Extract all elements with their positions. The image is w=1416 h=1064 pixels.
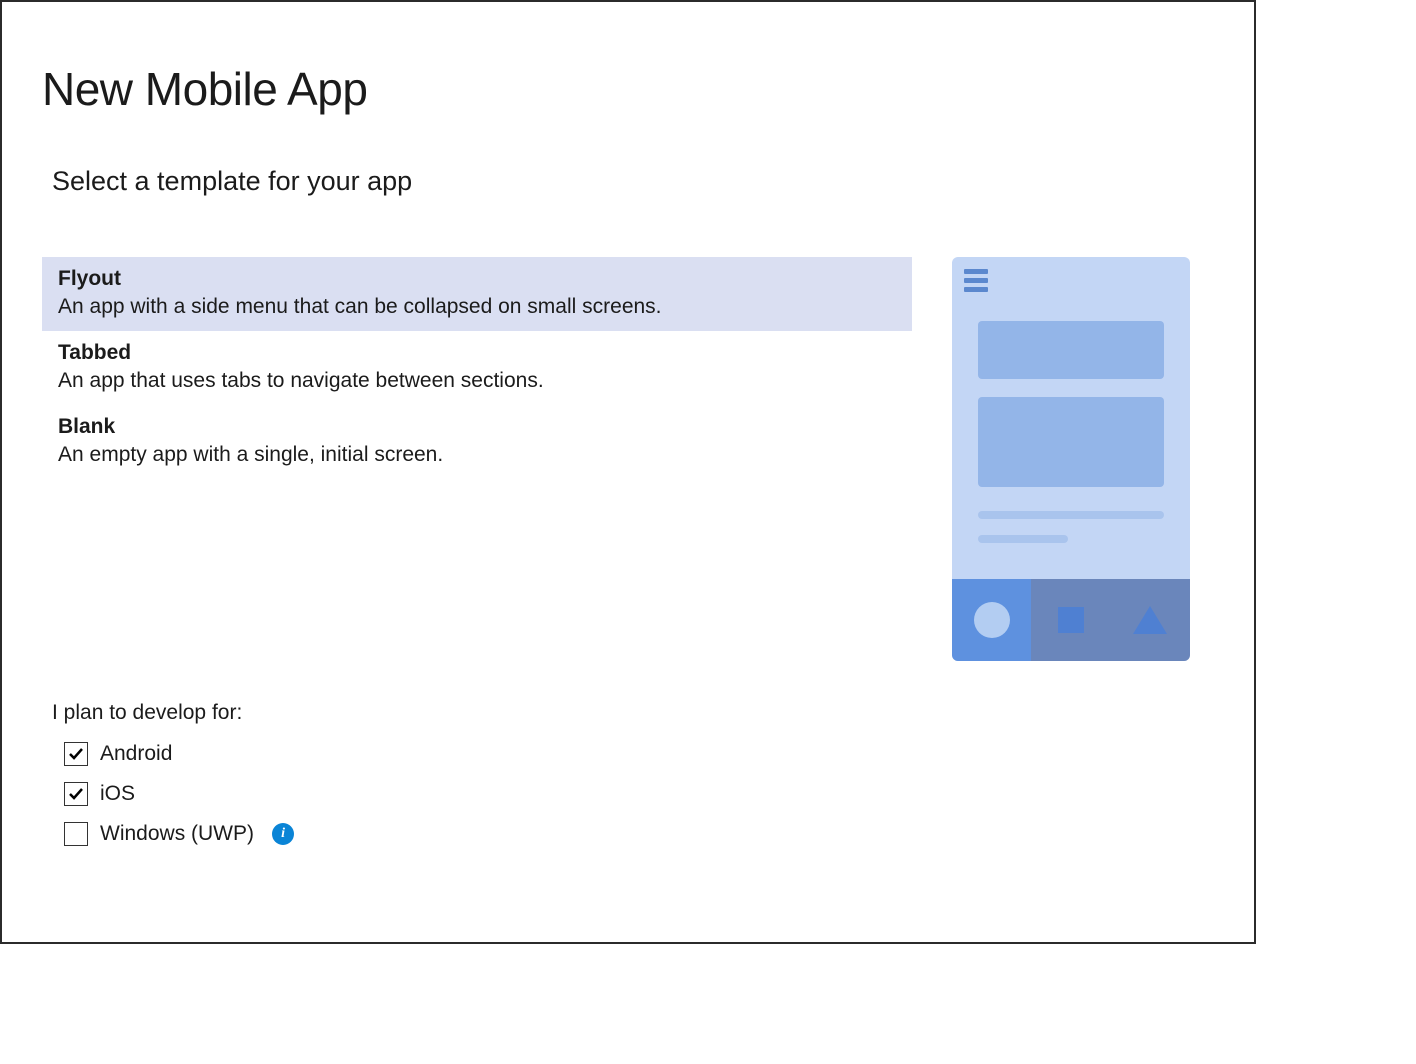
- checkbox-unchecked-icon: [64, 822, 88, 846]
- platform-option-windows-uwp[interactable]: Windows (UWP) i: [64, 817, 1214, 851]
- platforms-section: I plan to develop for: Android iOS Windo…: [52, 701, 1214, 851]
- template-description: An empty app with a single, initial scre…: [58, 443, 896, 467]
- page-subtitle: Select a template for your app: [52, 166, 1214, 197]
- template-description: An app with a side menu that can be coll…: [58, 295, 896, 319]
- preview-navbar: [952, 579, 1190, 661]
- template-preview: [952, 257, 1190, 661]
- dialog-new-mobile-app: New Mobile App Select a template for you…: [0, 0, 1256, 944]
- template-name: Flyout: [58, 267, 896, 291]
- page-title: New Mobile App: [42, 62, 1214, 116]
- platform-option-android[interactable]: Android: [64, 737, 1214, 771]
- template-option-blank[interactable]: Blank An empty app with a single, initia…: [42, 405, 912, 479]
- hamburger-icon: [964, 269, 988, 296]
- platform-label: iOS: [100, 782, 135, 806]
- template-name: Blank: [58, 415, 896, 439]
- platforms-label: I plan to develop for:: [52, 701, 1214, 725]
- preview-text-line: [978, 511, 1164, 519]
- checkbox-checked-icon: [64, 782, 88, 806]
- preview-card: [978, 397, 1164, 487]
- template-name: Tabbed: [58, 341, 896, 365]
- template-description: An app that uses tabs to navigate betwee…: [58, 369, 896, 393]
- template-option-tabbed[interactable]: Tabbed An app that uses tabs to navigate…: [42, 331, 912, 405]
- preview-nav-triangle: [1111, 579, 1190, 661]
- preview-text-line: [978, 535, 1068, 543]
- preview-card: [978, 321, 1164, 379]
- template-option-flyout[interactable]: Flyout An app with a side menu that can …: [42, 257, 912, 331]
- template-list: Flyout An app with a side menu that can …: [42, 257, 912, 479]
- content-row: Flyout An app with a side menu that can …: [42, 257, 1214, 661]
- platform-label: Android: [100, 742, 172, 766]
- preview-nav-circle: [952, 579, 1031, 661]
- checkbox-checked-icon: [64, 742, 88, 766]
- platform-option-ios[interactable]: iOS: [64, 777, 1214, 811]
- preview-nav-square: [1031, 579, 1110, 661]
- platform-label: Windows (UWP): [100, 822, 254, 846]
- info-icon[interactable]: i: [272, 823, 294, 845]
